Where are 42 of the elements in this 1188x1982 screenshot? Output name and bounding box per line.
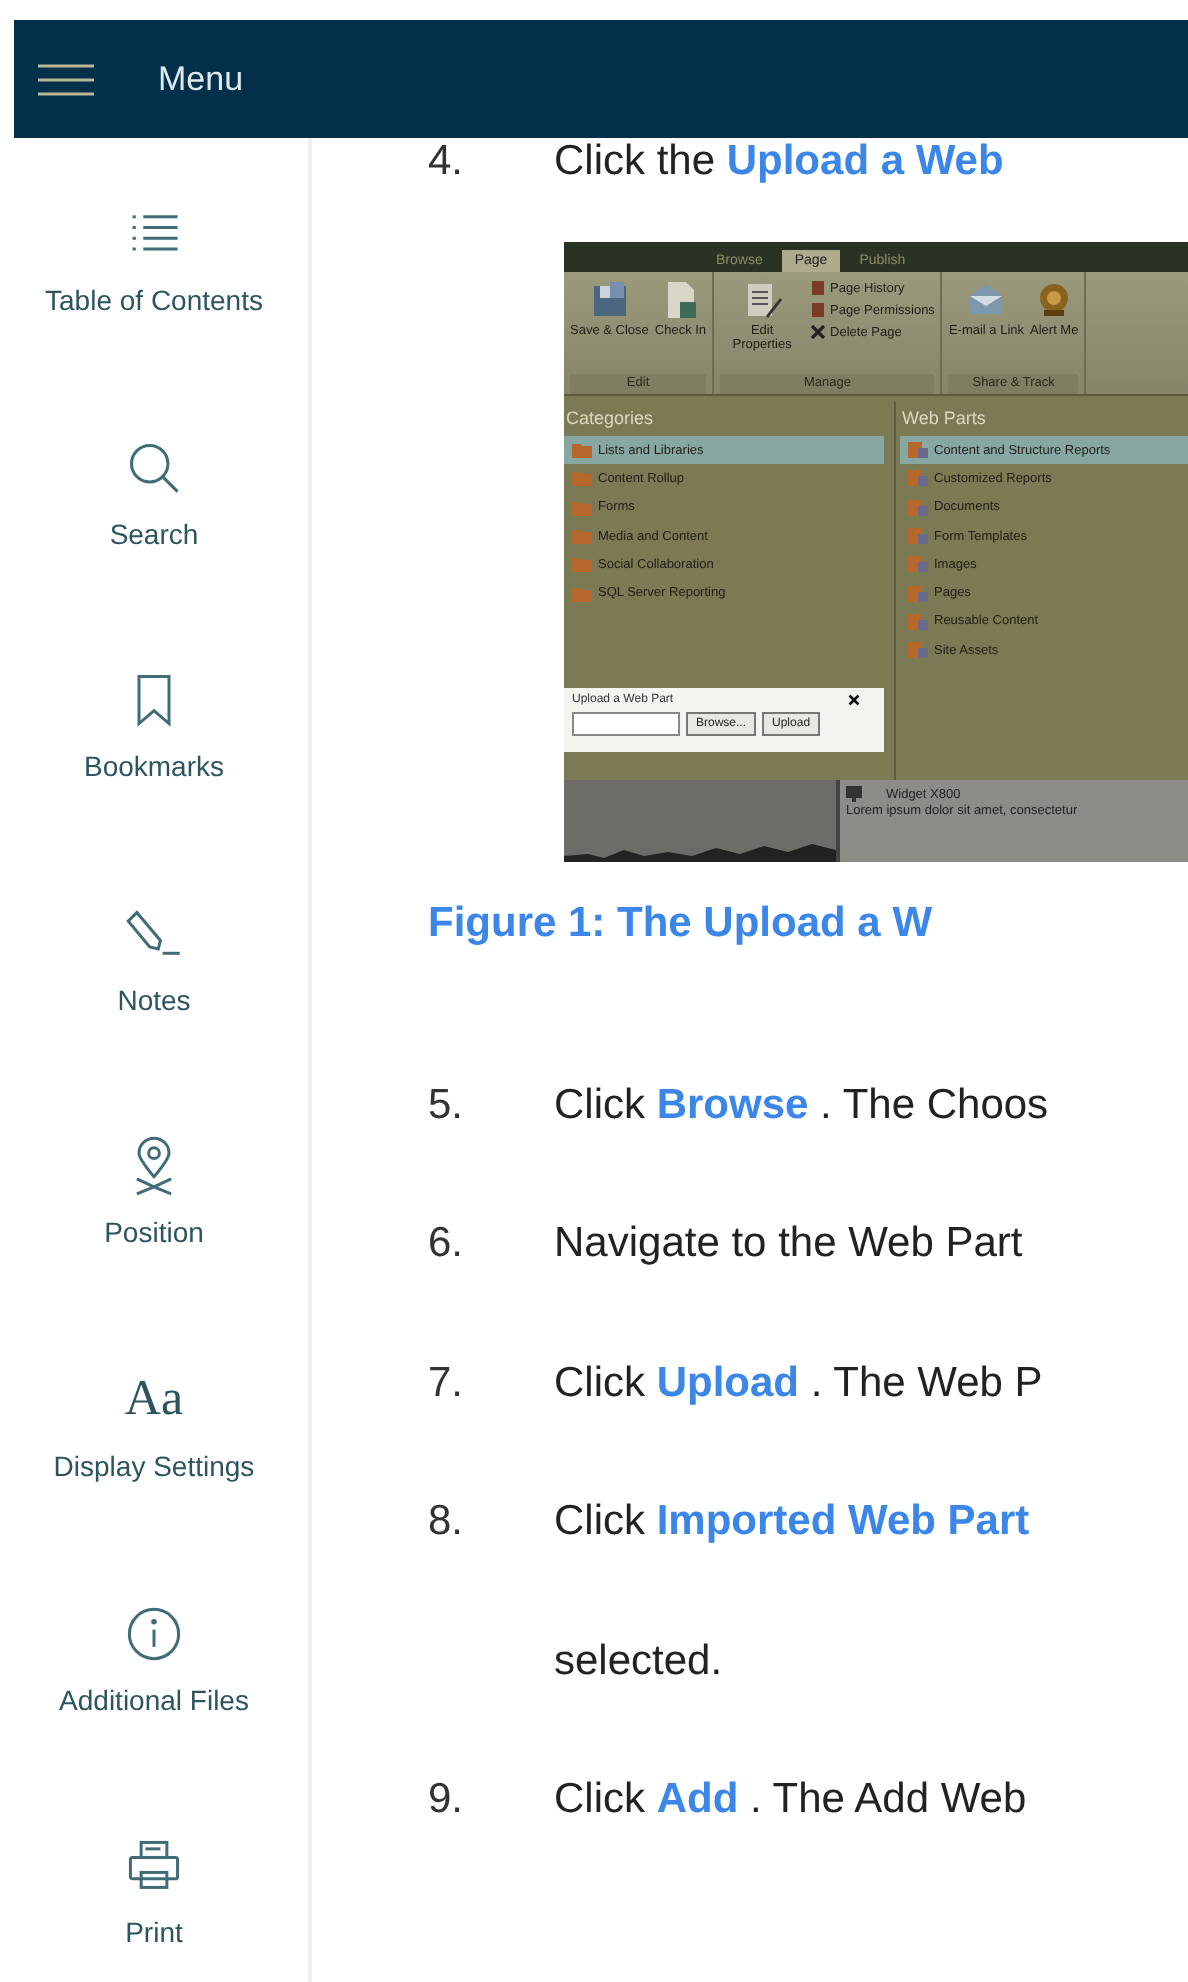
step-number: 9. <box>428 1776 466 1825</box>
step-text: Click Imported Web Part <box>554 1498 1030 1547</box>
envelope-icon <box>966 280 1007 320</box>
sidebar-item[interactable]: Bookmarks <box>83 670 225 787</box>
document-icon <box>908 442 928 459</box>
document-icon <box>908 613 928 630</box>
sidebar-item[interactable]: Search <box>109 437 199 554</box>
x-icon <box>810 324 827 340</box>
panel-title: Web Parts <box>900 406 988 432</box>
step-number: 8. <box>428 1498 466 1547</box>
step-text: Click the Upload a Web <box>554 138 1004 186</box>
font-glyph: Aa <box>124 1369 184 1430</box>
step-text: Click Upload . The Web P <box>554 1359 1043 1408</box>
info-icon <box>124 1603 184 1664</box>
step-number: 5. <box>428 1081 466 1130</box>
menu-icon <box>38 61 94 97</box>
document-icon <box>908 585 928 602</box>
sidebar-item[interactable]: Position <box>104 1136 204 1253</box>
step-number: 4. <box>428 138 466 186</box>
file-input-field[interactable] <box>572 712 680 736</box>
step-text: Click Add . The Add Web <box>554 1776 1027 1825</box>
figure-caption: Figure 1: The Upload a W <box>428 898 935 950</box>
document-icon <box>908 528 928 545</box>
monitor-icon <box>846 786 862 802</box>
close-icon[interactable] <box>848 694 860 706</box>
step-number: 7. <box>428 1359 466 1408</box>
step-text: Navigate to the Web Part <box>554 1220 1023 1269</box>
notepad-icon <box>742 280 783 320</box>
sidebar-item[interactable]: Print <box>124 1836 184 1953</box>
document-icon <box>908 642 928 659</box>
sidebar-item[interactable]: Table of Contents <box>45 204 263 320</box>
sidebar-item[interactable]: Notes <box>117 903 191 1020</box>
document-icon <box>908 556 928 573</box>
document-icon <box>908 470 928 487</box>
document-icon <box>908 499 928 516</box>
panel-title: Categories <box>564 406 656 432</box>
step-text: Click Browse . The Choos <box>554 1081 1049 1130</box>
sidebar-item[interactable]: Additional Files <box>59 1603 249 1720</box>
menu-button[interactable]: Menu <box>38 59 244 99</box>
step-text: selected. <box>554 1637 723 1686</box>
sidebar-item[interactable]: Aa Display Settings <box>53 1369 255 1486</box>
step-number: 6. <box>428 1220 466 1269</box>
